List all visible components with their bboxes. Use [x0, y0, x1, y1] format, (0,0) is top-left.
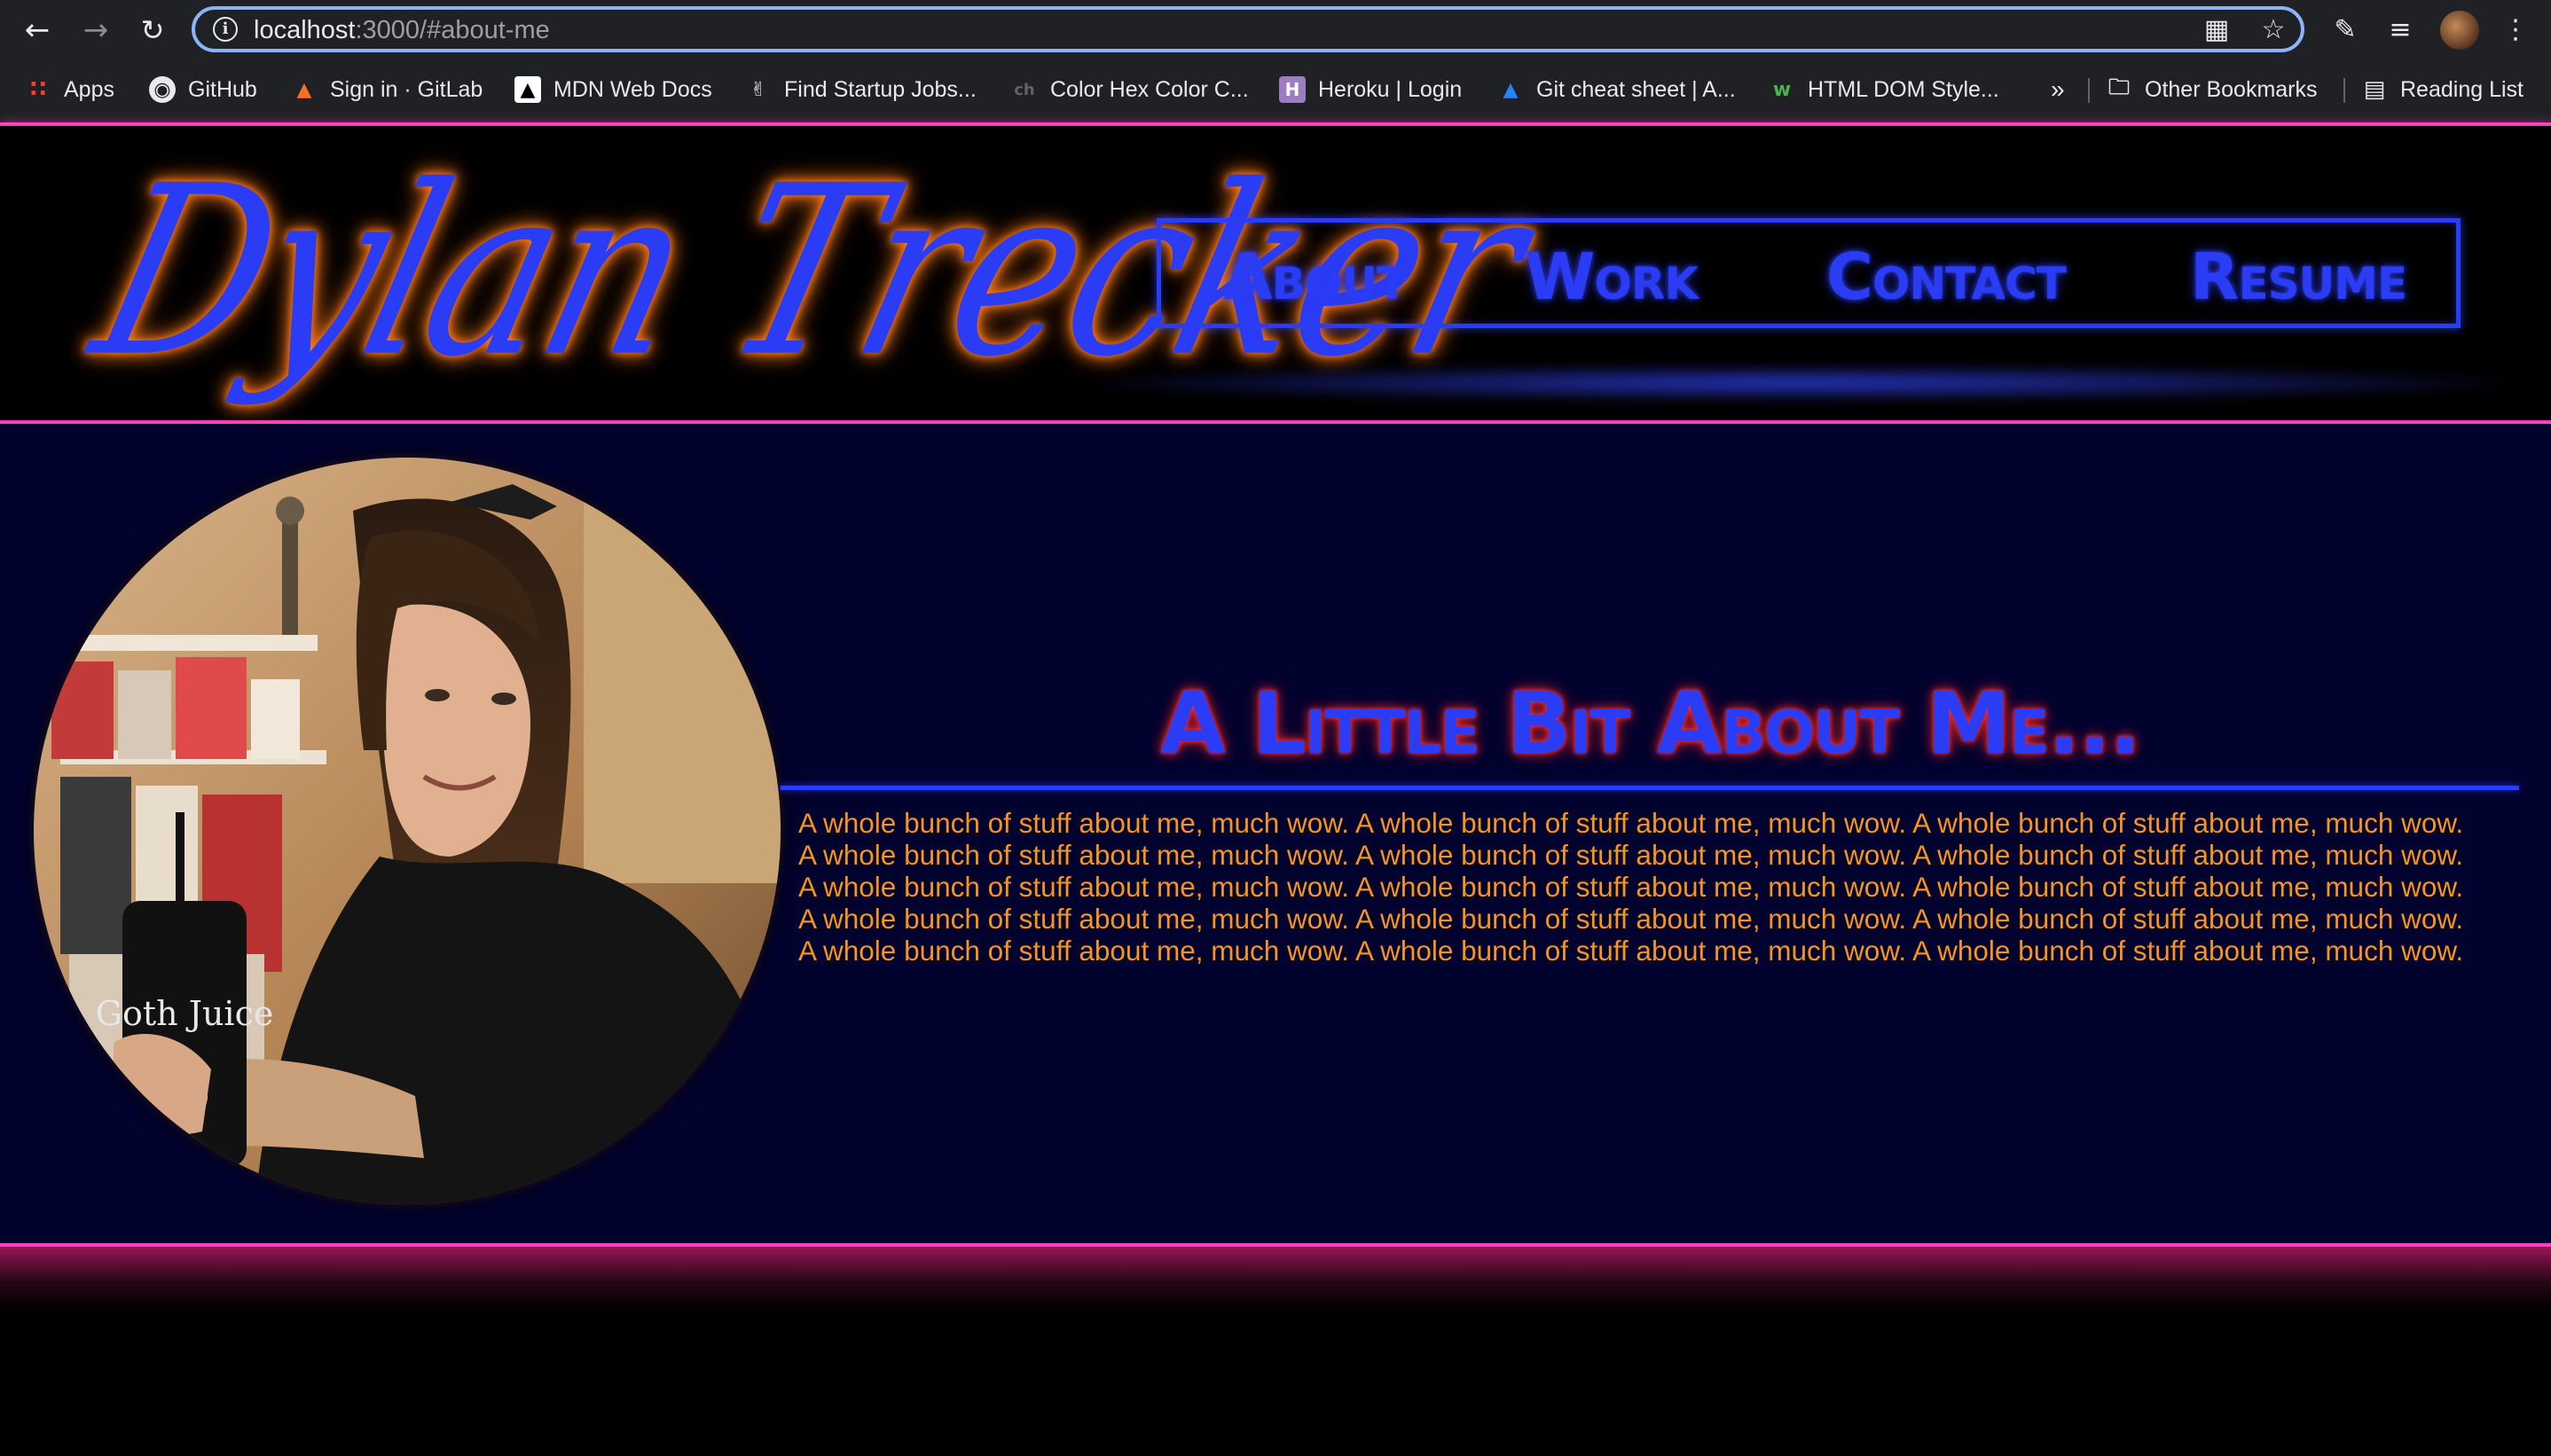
bookmark-label: Sign in · GitLab [330, 76, 483, 102]
site-header: Dylan Trecker About Work Contact Resume [0, 122, 2551, 424]
bookmark-apps[interactable]: ∷ Apps [25, 74, 114, 105]
bookmark-label: Apps [64, 76, 114, 102]
site-logo[interactable]: Dylan Trecker [71, 130, 1544, 416]
bookmark-label: Find Startup Jobs... [784, 76, 977, 102]
folder-icon: 🗀 [2108, 74, 2130, 99]
about-line: A whole bunch of stuff about me, much wo… [798, 935, 2464, 967]
about-me-section: Goth Juice A Little Bit About Me... A wh… [0, 424, 2551, 1243]
bookmark-html-dom-style[interactable]: w HTML DOM Style... [1769, 74, 1999, 105]
about-line: A whole bunch of stuff about me, much wo… [798, 839, 2464, 871]
main-nav: About Work Contact Resume [1157, 218, 2461, 328]
reload-icon[interactable]: ↻ [135, 12, 170, 48]
bookmarks-bar: ∷ Apps ◉ GitHub ▲ Sign in · GitLab ▲ MDN… [0, 66, 2551, 114]
browser-chrome: ← → ↻ i localhost:3000/#about-me ▦ ☆ ✎ ≡… [0, 0, 2551, 122]
profile-photo: Goth Juice [34, 458, 781, 1204]
reading-list[interactable]: ▤ Reading List [2361, 74, 2524, 105]
site-footer [0, 1243, 2551, 1456]
url-host: localhost [254, 16, 356, 44]
qr-code-icon[interactable]: ▦ [2202, 15, 2232, 45]
star-icon[interactable]: ☆ [2258, 15, 2288, 45]
heroku-icon: H [1279, 76, 1306, 103]
bookmark-label: Git cheat sheet | A... [1536, 76, 1736, 102]
bookmark-label: HTML DOM Style... [1808, 76, 1999, 102]
extensions-icon[interactable]: ✎ [2327, 12, 2363, 48]
bookmark-gitlab[interactable]: ▲ Sign in · GitLab [291, 74, 483, 105]
profile-avatar[interactable] [2440, 11, 2479, 50]
bookmark-startup-jobs[interactable]: ✌ Find Startup Jobs... [745, 74, 977, 105]
other-bookmarks[interactable]: 🗀 Other Bookmarks [2106, 74, 2318, 105]
bookmark-label: Heroku | Login [1318, 76, 1463, 102]
bookmark-heroku[interactable]: H Heroku | Login [1279, 74, 1462, 105]
about-line: A whole bunch of stuff about me, much wo… [798, 807, 2464, 839]
about-line: A whole bunch of stuff about me, much wo… [798, 903, 2464, 935]
bookmark-label: Color Hex Color C... [1050, 76, 1249, 102]
other-bookmarks-label: Other Bookmarks [2145, 76, 2318, 102]
menu-icon[interactable]: ⋮ [2498, 12, 2533, 48]
nav-contact[interactable]: Contact [1826, 245, 2067, 309]
bookmark-mdn[interactable]: ▲ MDN Web Docs [514, 74, 712, 105]
bookmark-label: GitHub [188, 76, 257, 102]
bookmark-github[interactable]: ◉ GitHub [149, 74, 257, 105]
github-icon: ◉ [149, 76, 176, 103]
address-url[interactable]: localhost:3000/#about-me [254, 16, 550, 45]
w3schools-icon: w [1772, 78, 1792, 101]
about-title: A Little Bit About Me... [1159, 674, 2141, 773]
gitlab-icon: ▲ [296, 78, 312, 101]
colorhex-icon: ch [1014, 80, 1035, 99]
reading-list-icon: ▤ [2363, 76, 2386, 103]
apps-grid-icon: ∷ [29, 76, 47, 103]
back-icon[interactable]: ← [20, 12, 55, 48]
nav-glow [1091, 365, 2510, 401]
bookmarks-overflow-button[interactable]: » [2051, 74, 2065, 105]
angellist-icon: ✌ [750, 78, 767, 101]
bookmarks-divider [2343, 78, 2345, 103]
reading-list-label: Reading List [2400, 76, 2524, 102]
about-line: A whole bunch of stuff about me, much wo… [798, 871, 2464, 903]
nav-about[interactable]: About [1223, 245, 1407, 309]
url-path: :3000/#about-me [355, 16, 550, 44]
footer-glow [0, 1247, 2551, 1309]
bookmarks-divider [2088, 78, 2090, 103]
web-page: Dylan Trecker About Work Contact Resume [0, 122, 2551, 1456]
overflow-label: » [2051, 75, 2065, 103]
nav-resume[interactable]: Resume [2190, 245, 2407, 309]
media-queue-icon[interactable]: ≡ [2382, 12, 2418, 48]
browser-toolbar: ← → ↻ i localhost:3000/#about-me ▦ ☆ ✎ ≡… [0, 0, 2551, 60]
forward-icon[interactable]: → [78, 12, 114, 48]
mdn-icon: ▲ [514, 76, 541, 103]
site-info-icon[interactable]: i [213, 17, 238, 42]
about-divider [781, 786, 2519, 790]
bookmark-git-cheat-sheet[interactable]: ▲ Git cheat sheet | A... [1497, 74, 1736, 105]
address-bar[interactable]: i localhost:3000/#about-me ▦ ☆ [192, 6, 2304, 52]
mug-label: Goth Juice [96, 994, 274, 1033]
bookmark-colorhex[interactable]: ch Color Hex Color C... [1011, 74, 1249, 105]
nav-work[interactable]: Work [1525, 245, 1699, 309]
about-paragraph: A whole bunch of stuff about me, much wo… [798, 807, 2501, 967]
atlassian-icon: ▲ [1503, 78, 1519, 101]
bookmark-label: MDN Web Docs [553, 76, 712, 102]
